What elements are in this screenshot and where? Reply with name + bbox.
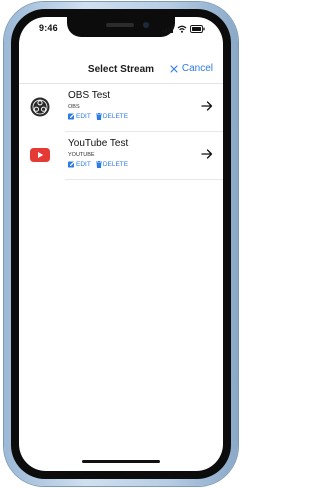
cancel-button[interactable]: Cancel: [170, 63, 213, 74]
stream-row-youtube[interactable]: YouTube Test YOUTUBE EDIT DELETE: [19, 132, 223, 180]
delete-button[interactable]: DELETE: [95, 113, 129, 120]
trash-icon: [95, 161, 102, 168]
stream-name: OBS Test: [68, 90, 111, 101]
phone-frame: 9:46 Select Stream Cancel OBS Test OBS E…: [4, 2, 238, 486]
obs-logo-icon: [30, 97, 50, 117]
trash-icon: [95, 113, 102, 120]
arrow-right-icon[interactable]: [201, 100, 213, 112]
wifi-icon: [177, 25, 187, 33]
arrow-right-icon[interactable]: [201, 148, 213, 160]
stream-actions: EDIT DELETE: [68, 113, 195, 120]
phone-bezel: 9:46 Select Stream Cancel OBS Test OBS E…: [11, 9, 231, 479]
home-indicator[interactable]: [82, 460, 160, 463]
navigation-bar: Select Stream Cancel: [19, 61, 223, 81]
status-time: 9:46: [39, 23, 58, 33]
edit-button[interactable]: EDIT: [68, 113, 91, 120]
stream-text: YouTube Test YOUTUBE EDIT DELETE: [68, 138, 195, 168]
stream-row-obs[interactable]: OBS Test OBS EDIT DELETE: [19, 84, 223, 132]
close-icon: [170, 64, 178, 73]
youtube-logo-icon: [30, 145, 50, 165]
row-divider: [65, 179, 223, 180]
stream-type: OBS: [68, 104, 80, 110]
edit-button[interactable]: EDIT: [68, 161, 91, 168]
phone-screen: 9:46 Select Stream Cancel OBS Test OBS E…: [19, 17, 223, 471]
edit-label: EDIT: [76, 113, 91, 120]
status-icons: [162, 25, 205, 33]
battery-icon: [190, 25, 205, 33]
signal-icon: [162, 25, 173, 33]
stream-text: OBS Test OBS EDIT DELETE: [68, 90, 195, 120]
stream-list: OBS Test OBS EDIT DELETE YouTube Test YO…: [19, 84, 223, 180]
stream-name: YouTube Test: [68, 138, 129, 149]
edit-label: EDIT: [76, 161, 91, 168]
edit-icon: [68, 113, 75, 120]
status-bar: 9:46: [19, 17, 223, 43]
stream-type: YOUTUBE: [68, 152, 95, 158]
stream-actions: EDIT DELETE: [68, 161, 195, 168]
delete-label: DELETE: [102, 161, 129, 168]
delete-label: DELETE: [102, 113, 129, 120]
edit-icon: [68, 161, 75, 168]
delete-button[interactable]: DELETE: [95, 161, 129, 168]
cancel-label: Cancel: [181, 63, 213, 74]
